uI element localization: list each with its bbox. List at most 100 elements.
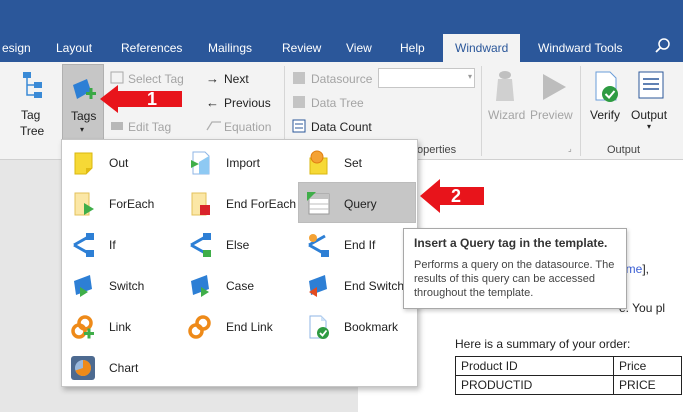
menu-item-label: End If (344, 238, 376, 252)
word-window: esign Layout References Mailings Review … (0, 0, 683, 412)
menu-item-label: Set (344, 156, 363, 170)
tooltip-title: Insert a Query tag in the template. (414, 236, 608, 250)
ribbon-separator (580, 66, 581, 156)
menu-item-label: If (109, 238, 116, 252)
tab-windward[interactable]: Windward (443, 34, 521, 62)
out-tag-icon (74, 152, 93, 175)
tooltip-body: Performs a query on the datasource. The … (414, 259, 615, 299)
menu-item-label: Link (109, 320, 132, 334)
verify-icon (595, 71, 618, 102)
end-switch-tag-icon (309, 275, 327, 297)
tab-mailings[interactable]: Mailings (208, 41, 252, 55)
end-if-tag-icon (308, 234, 329, 257)
tags-icon (73, 79, 96, 99)
menu-item-label: Out (109, 156, 129, 170)
menu-item-switch[interactable]: Switch (64, 266, 180, 304)
tag-tree-button-line1[interactable]: Tag (21, 108, 40, 122)
data-count-icon (292, 119, 306, 133)
link-tag-icon (71, 315, 94, 339)
data-tree-icon (293, 96, 305, 108)
tag-tree-button-line2[interactable]: Tree (20, 124, 44, 138)
menu-item-else[interactable]: Else (181, 225, 297, 263)
menu-item-label: End ForEach (226, 197, 297, 211)
next-button[interactable]: Next (224, 72, 249, 86)
tab-review[interactable]: Review (282, 41, 321, 55)
chevron-down-icon: ▾ (467, 72, 472, 81)
switch-tag-icon (74, 275, 92, 297)
if-tag-icon (73, 233, 94, 257)
menu-item-end-foreach[interactable]: End ForEach (181, 184, 297, 222)
menu-item-if[interactable]: If (64, 225, 180, 263)
doc-text-suffix: ], (642, 262, 650, 276)
ribbon-separator (481, 66, 482, 156)
order-table[interactable]: Product ID Price PRODUCTID PRICE (455, 356, 682, 395)
menu-item-label: Bookmark (344, 320, 399, 334)
query-tag-icon (307, 192, 330, 215)
edit-tag-icon (111, 122, 123, 130)
chevron-down-icon: ▾ (647, 122, 652, 131)
tab-design[interactable]: esign (2, 41, 31, 55)
output-button[interactable]: Output (631, 108, 667, 122)
data-tree-button[interactable]: Data Tree (311, 96, 364, 110)
tab-layout[interactable]: Layout (56, 41, 92, 55)
menu-item-chart[interactable]: Chart (64, 348, 180, 386)
tab-references[interactable]: References (121, 41, 182, 55)
datasource-dropdown[interactable]: ▾ (378, 68, 475, 88)
preview-button[interactable]: Preview (530, 108, 573, 122)
set-tag-icon (309, 150, 328, 175)
doc-summary-text: Here is a summary of your order: (455, 337, 631, 351)
menu-item-label: Case (226, 279, 255, 293)
bookmark-tag-icon (309, 315, 329, 339)
menu-item-label: End Switch (344, 279, 405, 293)
edit-tag-button[interactable]: Edit Tag (128, 120, 171, 134)
annotation-number-1: 1 (147, 89, 158, 109)
menu-item-end-if[interactable]: End If (299, 225, 415, 263)
search-icon[interactable] (655, 38, 671, 54)
equation-icon (206, 121, 221, 131)
table-cell: PRICE (613, 375, 682, 395)
foreach-tag-icon (74, 192, 94, 216)
annotation-arrow-1 (100, 85, 182, 113)
equation-button[interactable]: Equation (224, 120, 271, 134)
menu-item-out[interactable]: Out (64, 143, 180, 181)
menu-item-query[interactable]: Query (298, 182, 416, 223)
table-row: Product ID Price (455, 356, 682, 376)
wizard-icon (496, 71, 514, 101)
tab-view[interactable]: View (346, 41, 372, 55)
output-group-label: Output (607, 144, 641, 156)
table-cell: Product ID (455, 356, 614, 376)
menu-item-label: ForEach (109, 197, 155, 211)
end-foreach-tag-icon (191, 192, 210, 216)
previous-button[interactable]: Previous (224, 96, 271, 110)
menu-item-label: Else (226, 238, 250, 252)
menu-item-foreach[interactable]: ForEach (64, 184, 180, 222)
output-icon (638, 71, 664, 99)
data-count-button[interactable]: Data Count (311, 120, 372, 134)
wizard-button[interactable]: Wizard (488, 108, 525, 122)
menu-item-case[interactable]: Case (181, 266, 297, 304)
tags-button[interactable]: Tags ▾ (62, 64, 104, 142)
menu-item-set[interactable]: Set (299, 143, 415, 181)
tab-windward-tools[interactable]: Windward Tools (538, 41, 622, 55)
tag-tree-icon (23, 72, 42, 98)
menu-item-end-link[interactable]: End Link (181, 307, 297, 345)
dialog-launcher-icon[interactable]: ⌟ (568, 144, 572, 153)
datasource-label: Datasource (311, 72, 373, 86)
menu-item-import[interactable]: Import (181, 143, 297, 181)
tags-dropdown-menu: Out Import Set ForEach End ForEach Query… (61, 139, 418, 387)
menu-item-label: Import (226, 156, 261, 170)
menu-item-bookmark[interactable]: Bookmark (299, 307, 415, 345)
case-tag-icon (191, 275, 209, 297)
query-tooltip: Insert a Query tag in the template. Perf… (403, 228, 627, 309)
table-row: PRODUCTID PRICE (455, 375, 682, 395)
tab-help[interactable]: Help (400, 41, 425, 55)
menu-item-label: End Link (226, 320, 273, 334)
import-tag-icon (191, 151, 210, 175)
verify-button[interactable]: Verify (590, 108, 620, 122)
table-cell: Price (613, 356, 682, 376)
menu-item-end-switch[interactable]: End Switch (299, 266, 415, 304)
end-link-tag-icon (188, 315, 211, 339)
datasource-icon (293, 72, 305, 84)
arrow-left-icon: ← (206, 95, 219, 110)
menu-item-link[interactable]: Link (64, 307, 180, 345)
